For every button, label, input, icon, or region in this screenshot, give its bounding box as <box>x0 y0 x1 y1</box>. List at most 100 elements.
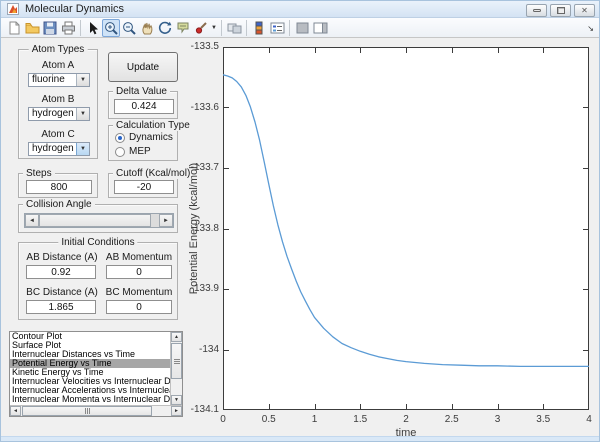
atom-a-label: Atom A <box>41 60 75 71</box>
x-tick-label: 2 <box>403 414 409 425</box>
y-tick-label: -133.7 <box>190 162 219 173</box>
titlebar[interactable]: Molecular Dynamics ✕ <box>1 1 599 18</box>
dynamics-radio[interactable]: Dynamics <box>115 132 173 143</box>
print-icon[interactable] <box>59 19 77 37</box>
list-item[interactable]: Internuclear Distances vs Time <box>10 350 171 359</box>
ab-distance-field[interactable]: 0.92 <box>26 265 96 279</box>
thumb-grip <box>84 408 90 414</box>
slider-thumb[interactable] <box>39 214 151 227</box>
arrow-cursor-icon[interactable] <box>84 19 102 37</box>
x-tick-label: 3.5 <box>536 414 551 425</box>
y-tick-label: -133.6 <box>190 101 219 113</box>
steps-field[interactable]: 800 <box>26 180 92 194</box>
cutoff-panel: Cutoff (Kcal/mol) -20 <box>108 168 194 198</box>
plot-type-listbox[interactable]: Contour Plot Surface Plot Internuclear D… <box>9 331 183 417</box>
x-tick-label: 1 <box>311 414 318 425</box>
radio-unselected-icon[interactable] <box>115 146 125 157</box>
hide-plot-tools-icon[interactable] <box>293 19 311 37</box>
toolbar-overflow-icon[interactable]: ↘ <box>587 24 594 33</box>
ab-distance-label: AB Distance (A) <box>26 252 98 263</box>
data-cursor-icon[interactable] <box>174 19 192 37</box>
list-item[interactable]: Internuclear Momenta vs Internuclear Dis… <box>10 395 171 404</box>
delta-value-panel: Delta Value 0.424 <box>108 86 178 119</box>
new-document-icon[interactable] <box>5 19 23 37</box>
radio-selected-icon[interactable] <box>115 132 125 143</box>
bc-distance-label: BC Distance (A) <box>26 287 98 298</box>
pan-hand-icon[interactable] <box>138 19 156 37</box>
slider-right-arrow-icon[interactable]: ► <box>159 214 173 227</box>
ab-momentum-field[interactable]: 0 <box>106 265 172 279</box>
close-button[interactable]: ✕ <box>574 4 595 17</box>
x-tick-label: 0.5 <box>261 414 276 425</box>
atom-c-label: Atom C <box>41 129 75 140</box>
list-item[interactable]: Kinetic Energy vs Time <box>10 368 171 377</box>
minimize-icon <box>532 9 541 12</box>
y-tick-label: -134 <box>198 343 219 355</box>
maximize-button[interactable] <box>550 4 571 17</box>
chevron-down-icon[interactable]: ▼ <box>76 108 89 120</box>
rotate-3d-icon[interactable] <box>156 19 174 37</box>
list-item-selected[interactable]: Potential Energy vs Time <box>10 359 171 368</box>
list-item[interactable]: Internuclear Velocities vs Internuclear … <box>10 377 171 386</box>
chevron-down-icon[interactable]: ▼ <box>76 143 89 155</box>
collision-angle-panel: Collision Angle ◄ ► <box>18 199 178 233</box>
show-plot-tools-icon[interactable] <box>311 19 329 37</box>
plot-area[interactable] <box>223 47 589 410</box>
maximize-icon <box>556 7 565 14</box>
dynamics-radio-label: Dynamics <box>129 132 173 143</box>
insert-colorbar-icon[interactable] <box>250 19 268 37</box>
open-folder-icon[interactable] <box>23 19 41 37</box>
app-window: Molecular Dynamics ✕ ▼ ↘ Atom Types Atom… <box>0 0 600 442</box>
insert-legend-icon[interactable] <box>268 19 286 37</box>
update-button[interactable]: Update <box>108 52 178 82</box>
scroll-up-icon[interactable]: ▲ <box>171 332 182 342</box>
collision-angle-slider[interactable]: ◄ ► <box>24 213 174 228</box>
minimize-button[interactable] <box>526 4 547 17</box>
x-tick-label: 2.5 <box>444 414 459 425</box>
steps-panel: Steps 800 <box>18 168 98 198</box>
list-item[interactable]: Contour Plot <box>10 332 171 341</box>
ab-momentum-label: AB Momentum <box>105 252 173 263</box>
mep-radio[interactable]: MEP <box>115 146 151 157</box>
horizontal-scroll-thumb[interactable] <box>22 406 152 416</box>
toolbar-separator <box>289 19 290 36</box>
save-icon[interactable] <box>41 19 59 37</box>
y-tick-label: -133.5 <box>190 41 219 52</box>
chevron-down-icon[interactable]: ▼ <box>76 74 89 86</box>
brush-dropdown-icon[interactable]: ▼ <box>210 19 218 37</box>
toolbar-separator <box>221 19 222 36</box>
bc-distance-field[interactable]: 1.865 <box>26 300 96 314</box>
x-tick-label: 3 <box>494 414 501 425</box>
atom-a-dropdown[interactable]: fluorine ▼ <box>28 73 90 87</box>
brush-icon[interactable] <box>192 19 210 37</box>
atom-b-dropdown[interactable]: hydrogen ▼ <box>28 107 90 121</box>
atom-c-dropdown[interactable]: hydrogen ▼ <box>28 142 90 156</box>
x-tick-label: 1.5 <box>353 414 368 425</box>
delta-value-field[interactable]: 0.424 <box>114 99 174 114</box>
zoom-in-icon[interactable] <box>102 18 120 37</box>
collision-angle-legend: Collision Angle <box>23 199 95 210</box>
atom-types-legend: Atom Types <box>28 44 88 55</box>
scroll-left-icon[interactable]: ◄ <box>10 406 21 416</box>
horizontal-scrollbar[interactable]: ◄ ► <box>10 405 182 416</box>
app-icon <box>7 3 19 15</box>
cutoff-field[interactable]: -20 <box>114 180 174 194</box>
delta-value-legend: Delta Value <box>113 86 170 97</box>
bc-momentum-field[interactable]: 0 <box>106 300 172 314</box>
figure-toolbar: ▼ ↘ <box>1 18 599 38</box>
calculation-type-panel: Calculation Type Dynamics MEP <box>108 120 193 161</box>
bc-momentum-label: BC Momentum <box>105 287 173 298</box>
x-tick-label: 4 <box>586 414 592 425</box>
zoom-out-icon[interactable] <box>120 19 138 37</box>
list-item[interactable]: Internuclear Accelerations vs Internucle… <box>10 386 171 395</box>
toolbar-separator <box>246 19 247 36</box>
toolbar-separator <box>80 19 81 36</box>
atom-a-value: fluorine <box>32 74 65 85</box>
slider-left-arrow-icon[interactable]: ◄ <box>25 214 39 227</box>
y-tick-label: -134.1 <box>190 404 219 415</box>
list-item[interactable]: Surface Plot <box>10 341 171 350</box>
link-plots-icon[interactable] <box>225 19 243 37</box>
mep-radio-label: MEP <box>129 146 151 157</box>
initial-conditions-legend: Initial Conditions <box>58 237 138 248</box>
atom-b-label: Atom B <box>41 94 75 105</box>
